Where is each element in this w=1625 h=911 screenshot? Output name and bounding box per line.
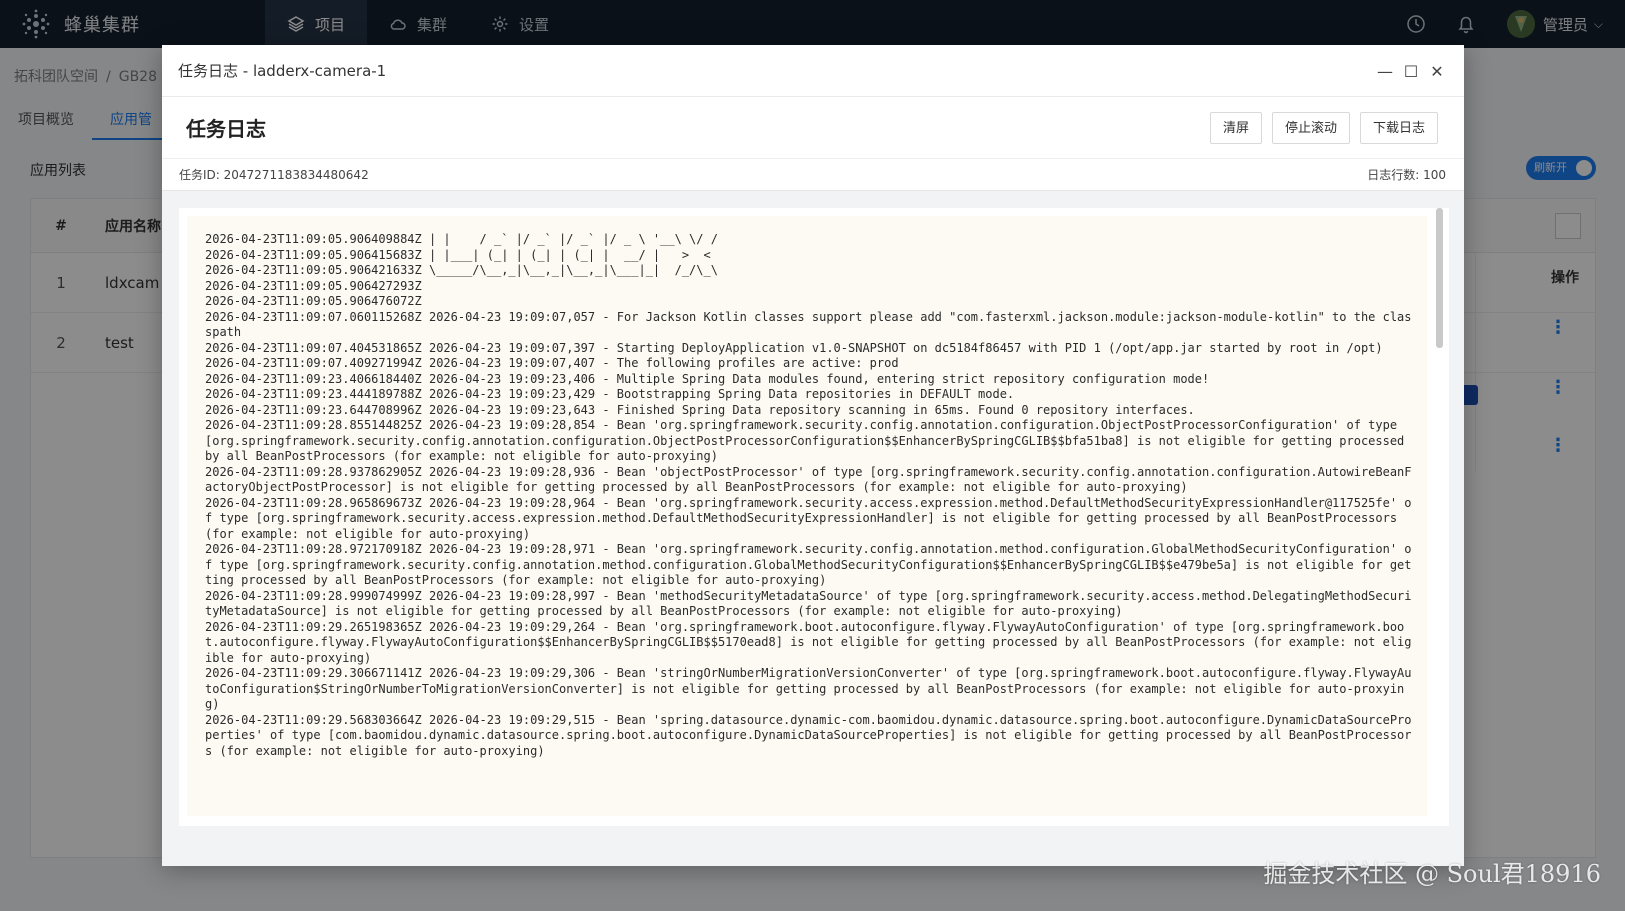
log-line: 2026-04-23T11:09:28.937862905Z 2026-04-2…: [205, 464, 1412, 495]
log-line-count: 日志行数: 100: [1367, 168, 1446, 182]
log-output[interactable]: 2026-04-23T11:09:05.906409884Z | | / _` …: [187, 216, 1427, 816]
log-line: 2026-04-23T11:09:05.906476072Z: [205, 294, 422, 308]
dialog-heading: 任务日志: [186, 117, 266, 141]
log-meta-bar: 任务ID: 2047271183834480642 日志行数: 100: [162, 159, 1464, 191]
log-line: 2026-04-23T11:09:29.568303664Z 2026-04-2…: [205, 712, 1412, 758]
dialog-window-title: 任务日志 - ladderx-camera-1: [178, 62, 387, 80]
log-line: 2026-04-23T11:09:05.906409884Z | | / _` …: [205, 232, 718, 246]
log-line: 2026-04-23T11:09:28.855144825Z 2026-04-2…: [205, 418, 1412, 463]
clear-screen-button[interactable]: 清屏: [1209, 111, 1262, 144]
log-line: 2026-04-23T11:09:23.406618440Z 2026-04-2…: [205, 371, 1210, 386]
log-line: 2026-04-23T11:09:05.906421633Z \_____/\_…: [205, 263, 718, 277]
log-line: 2026-04-23T11:09:28.965869673Z 2026-04-2…: [205, 495, 1412, 541]
minimize-icon[interactable]: —: [1372, 59, 1398, 83]
download-log-button[interactable]: 下载日志: [1359, 111, 1438, 144]
log-toolbar: 清屏 停止滚动 下载日志: [1200, 111, 1438, 144]
maximize-icon[interactable]: ☐: [1398, 59, 1424, 83]
log-line: 2026-04-23T11:09:28.999074999Z 2026-04-2…: [205, 588, 1412, 619]
dialog-header: 任务日志 清屏 停止滚动 下载日志: [162, 97, 1464, 159]
task-log-dialog: 任务日志 - ladderx-camera-1 — ☐ ✕ 任务日志 清屏 停止…: [162, 45, 1464, 866]
watermark: 掘金技术社区 @ Soul君18916: [1263, 860, 1601, 888]
close-icon[interactable]: ✕: [1424, 59, 1450, 83]
stop-scroll-button[interactable]: 停止滚动: [1271, 111, 1350, 144]
log-line: 2026-04-23T11:09:07.404531865Z 2026-04-2…: [205, 340, 1383, 355]
log-line: 2026-04-23T11:09:05.906415683Z | |___| (…: [205, 247, 711, 262]
log-line: 2026-04-23T11:09:28.972170918Z 2026-04-2…: [205, 542, 1412, 587]
log-line: 2026-04-23T11:09:29.306671141Z 2026-04-2…: [205, 666, 1412, 711]
window-controls: — ☐ ✕: [1372, 59, 1450, 83]
log-line: 2026-04-23T11:09:05.906427293Z: [205, 278, 422, 293]
log-line: 2026-04-23T11:09:23.644708996Z 2026-04-2…: [205, 402, 1195, 417]
log-line: 2026-04-23T11:09:29.265198365Z 2026-04-2…: [205, 619, 1412, 665]
log-scrollbar[interactable]: [1436, 208, 1443, 348]
log-line: 2026-04-23T11:09:07.409271994Z 2026-04-2…: [205, 356, 899, 370]
log-panel: 2026-04-23T11:09:05.906409884Z | | / _` …: [179, 208, 1449, 826]
log-line: 2026-04-23T11:09:23.444189788Z 2026-04-2…: [205, 387, 1015, 401]
log-line: 2026-04-23T11:09:07.060115268Z 2026-04-2…: [205, 309, 1412, 340]
task-id: 任务ID: 2047271183834480642: [179, 168, 369, 182]
dialog-titlebar: 任务日志 - ladderx-camera-1 — ☐ ✕: [162, 45, 1464, 97]
